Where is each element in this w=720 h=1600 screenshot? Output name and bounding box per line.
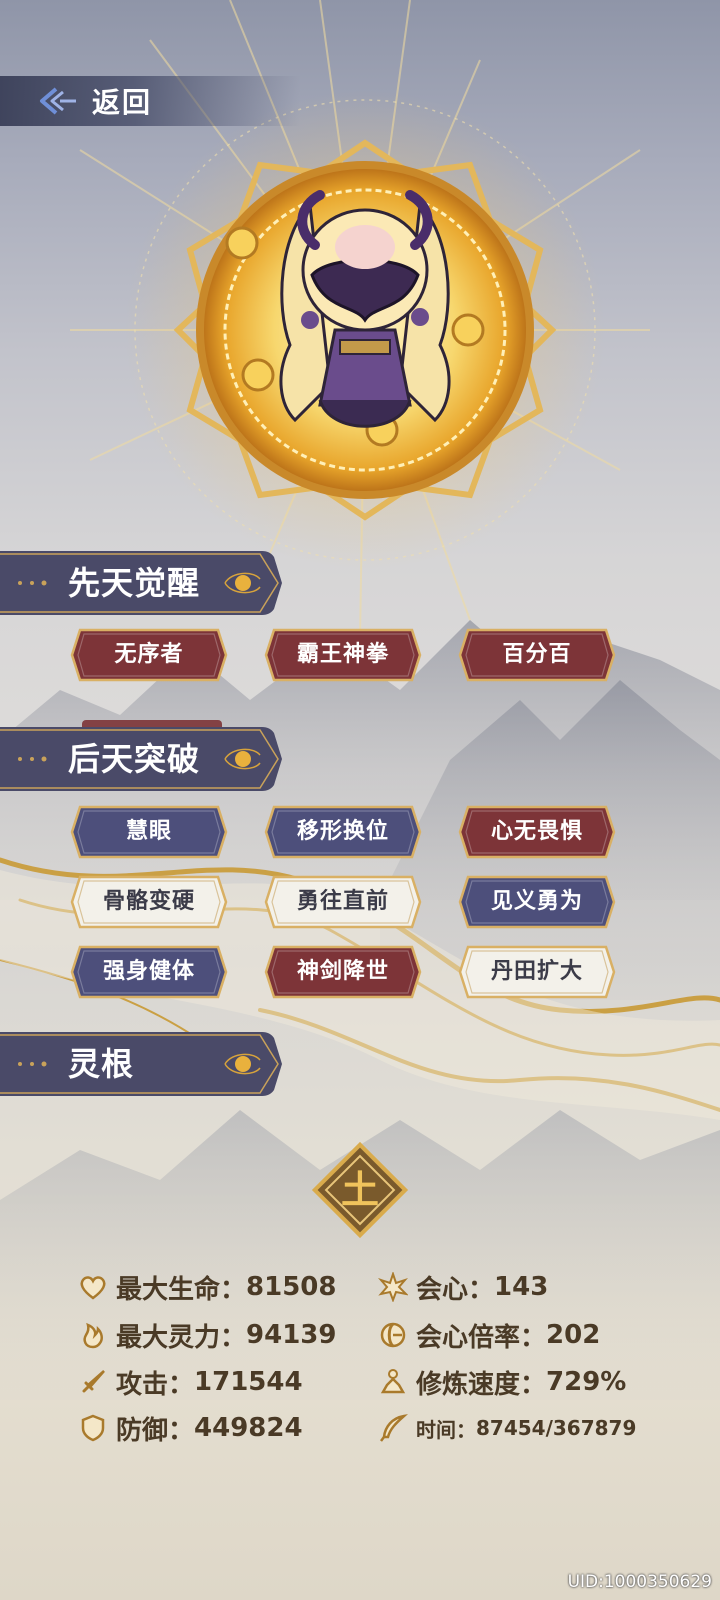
burst-icon — [378, 1272, 408, 1302]
user-id: UID:1000350629 — [567, 1572, 712, 1592]
shield-icon — [81, 1414, 105, 1442]
meditation-icon — [380, 1369, 406, 1394]
talent-tag[interactable]: 心无畏惧 — [458, 805, 616, 859]
flame-icon — [83, 1322, 103, 1349]
back-label: 返回 — [92, 86, 153, 119]
talent-tag-label: 心无畏惧 — [490, 819, 583, 844]
talent-tag-label: 无序者 — [114, 642, 184, 667]
heart-icon — [80, 1276, 106, 1300]
talent-tag-label: 骨骼变硬 — [102, 889, 195, 914]
talent-tag[interactable]: 霸王神拳 — [264, 628, 422, 682]
talent-tag-label: 霸王神拳 — [296, 642, 389, 667]
talent-tag-label: 慧眼 — [125, 819, 172, 844]
talent-tag-label: 见义勇为 — [490, 889, 583, 914]
section-title: 灵根 — [68, 1045, 135, 1083]
talent-tag-label: 强身健体 — [102, 959, 195, 984]
talent-tag-label: 勇往直前 — [296, 889, 389, 914]
talent-tag[interactable]: 慧眼 — [70, 805, 228, 859]
back-arrow-icon — [40, 87, 76, 115]
crescent-icon — [380, 1322, 406, 1348]
section-acquired-breakthrough: 后天突破 — [0, 727, 282, 791]
section-title: 后天突破 — [68, 740, 201, 778]
back-button[interactable]: 返回 — [0, 76, 300, 126]
section-spirit-root: 灵根 — [0, 1032, 282, 1096]
talent-tag[interactable]: 神剑降世 — [264, 945, 422, 999]
stat-attack: 攻击： 171544 — [78, 1362, 303, 1402]
earth-element-icon: 土 — [311, 1141, 409, 1239]
section-banner — [0, 1032, 282, 1096]
section-innate-awakening: 先天觉醒 — [0, 551, 282, 615]
earth-element-emblem[interactable]: 土 — [310, 1140, 410, 1240]
talent-tag-label: 百分百 — [502, 642, 572, 667]
character-portrait — [173, 139, 557, 521]
talent-tag[interactable]: 移形换位 — [264, 805, 422, 859]
emblem-char: 土 — [341, 1168, 379, 1212]
stat-max-hp: 最大生命： 81508 — [78, 1267, 336, 1307]
talent-tag[interactable]: 见义勇为 — [458, 875, 616, 929]
talent-tag[interactable]: 百分百 — [458, 628, 616, 682]
talent-tag-label: 丹田扩大 — [490, 959, 583, 984]
stat-defense: 防御： 449824 — [78, 1408, 303, 1448]
section-title: 先天觉醒 — [68, 564, 201, 602]
stat-cultivation-speed: 修炼速度： 729% — [378, 1362, 626, 1402]
stat-time: 时间： 87454/367879 — [378, 1408, 636, 1448]
talent-tag[interactable]: 勇往直前 — [264, 875, 422, 929]
talent-tag[interactable]: 强身健体 — [70, 945, 228, 999]
feather-icon — [380, 1414, 408, 1442]
stat-max-spirit: 最大灵力： 94139 — [78, 1315, 336, 1355]
talent-tag[interactable]: 骨骼变硬 — [70, 875, 228, 929]
stat-crit: 会心： 143 — [378, 1267, 548, 1307]
stat-crit-rate: 会心倍率： 202 — [378, 1315, 600, 1355]
talent-tag-label: 移形换位 — [296, 819, 389, 844]
talent-tag-label: 神剑降世 — [296, 959, 389, 984]
sword-icon — [82, 1370, 105, 1393]
talent-tag[interactable]: 无序者 — [70, 628, 228, 682]
talent-tag[interactable]: 丹田扩大 — [458, 945, 616, 999]
